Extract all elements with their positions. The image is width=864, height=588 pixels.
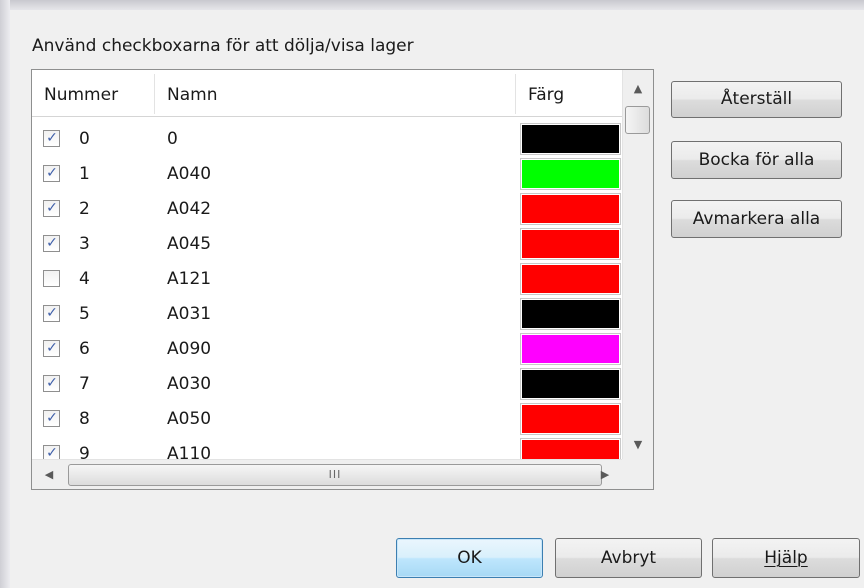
layer-color-swatch[interactable]: [520, 193, 621, 225]
horizontal-scroll-thumb[interactable]: III: [68, 464, 602, 486]
layer-name: A042: [167, 199, 212, 219]
layer-color-swatch[interactable]: [520, 158, 621, 190]
checkmark-icon: ✓: [46, 235, 58, 251]
column-header-color[interactable]: Färg: [516, 70, 622, 116]
layer-visibility-checkbox[interactable]: ✓: [43, 165, 60, 182]
checkmark-icon: ✓: [46, 410, 58, 426]
layer-visibility-checkbox[interactable]: ✓: [43, 200, 60, 217]
dialog-top-edge: [0, 0, 864, 10]
layer-name: A090: [167, 339, 212, 359]
cancel-button[interactable]: Avbryt: [555, 538, 702, 578]
layer-number: 7: [79, 374, 90, 394]
layer-number: 0: [79, 129, 90, 149]
layer-name: A030: [167, 374, 212, 394]
ok-button[interactable]: OK: [396, 538, 543, 578]
column-header-name[interactable]: Namn: [155, 70, 515, 116]
layer-row[interactable]: ✓ 2 A042: [32, 192, 622, 227]
layer-visibility-checkbox[interactable]: ✓: [43, 340, 60, 357]
checkmark-icon: ✓: [46, 200, 58, 216]
layer-name: A121: [167, 269, 212, 289]
checkmark-icon: ✓: [46, 445, 58, 461]
layer-color-swatch[interactable]: [520, 263, 621, 295]
scrollbar-corner: [622, 459, 653, 489]
uncheck-all-button[interactable]: Avmarkera alla: [671, 200, 842, 238]
dialog-left-edge: [0, 0, 10, 588]
layer-visibility-checkbox[interactable]: ✓: [43, 410, 60, 427]
layer-number: 2: [79, 199, 90, 219]
horizontal-scrollbar[interactable]: ◀ III ▶: [32, 459, 622, 489]
check-all-button[interactable]: Bocka för alla: [671, 141, 842, 179]
layer-row[interactable]: ✓ 3 A045: [32, 227, 622, 262]
help-button[interactable]: Hjälp: [712, 538, 860, 578]
layer-visibility-checkbox[interactable]: [43, 270, 60, 287]
vertical-scrollbar[interactable]: ▲ ▼: [622, 70, 653, 459]
layer-row[interactable]: 4 A121: [32, 262, 622, 297]
column-header-number[interactable]: Nummer: [32, 70, 154, 116]
layer-name: A031: [167, 304, 212, 324]
vertical-scroll-thumb[interactable]: [625, 106, 650, 134]
layer-row[interactable]: ✓ 6 A090: [32, 332, 622, 367]
layers-list[interactable]: Nummer Namn Färg ✓ 0 0 ✓ 1 A040 ✓ 2 A042 ✓ 3 A045 4 A…: [31, 69, 654, 490]
layer-row[interactable]: ✓ 0 0: [32, 122, 622, 157]
layer-color-swatch[interactable]: [520, 228, 621, 260]
layer-visibility-checkbox[interactable]: ✓: [43, 375, 60, 392]
layer-visibility-checkbox[interactable]: ✓: [43, 235, 60, 252]
layer-color-swatch[interactable]: [520, 368, 621, 400]
layer-row[interactable]: ✓ 5 A031: [32, 297, 622, 332]
layer-name: 0: [167, 129, 178, 149]
layer-number: 1: [79, 164, 90, 184]
scroll-up-arrow-icon[interactable]: ▲: [623, 74, 653, 104]
layer-color-swatch[interactable]: [520, 298, 621, 330]
checkmark-icon: ✓: [46, 375, 58, 391]
layer-name: A050: [167, 409, 212, 429]
checkmark-icon: ✓: [46, 305, 58, 321]
checkmark-icon: ✓: [46, 130, 58, 146]
layers-list-header: Nummer Namn Färg: [32, 70, 622, 117]
layers-instruction-label: Använd checkboxarna för att dölja/visa l…: [32, 36, 414, 56]
scroll-left-arrow-icon[interactable]: ◀: [32, 460, 66, 489]
layer-color-swatch[interactable]: [520, 403, 621, 435]
layer-number: 8: [79, 409, 90, 429]
layer-number: 6: [79, 339, 90, 359]
layer-number: 3: [79, 234, 90, 254]
layer-number: 4: [79, 269, 90, 289]
layer-visibility-checkbox[interactable]: ✓: [43, 305, 60, 322]
scroll-right-arrow-icon[interactable]: ▶: [588, 460, 622, 489]
layer-row[interactable]: ✓ 1 A040: [32, 157, 622, 192]
layer-number: 5: [79, 304, 90, 324]
scroll-down-arrow-icon[interactable]: ▼: [623, 430, 653, 460]
layer-name: A045: [167, 234, 212, 254]
reset-button[interactable]: Återställ: [671, 81, 842, 118]
checkmark-icon: ✓: [46, 165, 58, 181]
layer-name: A040: [167, 164, 212, 184]
checkmark-icon: ✓: [46, 340, 58, 356]
layer-color-swatch[interactable]: [520, 123, 621, 155]
layer-row[interactable]: ✓ 7 A030: [32, 367, 622, 402]
layer-visibility-checkbox[interactable]: ✓: [43, 130, 60, 147]
layer-color-swatch[interactable]: [520, 333, 621, 365]
layer-row[interactable]: ✓ 8 A050: [32, 402, 622, 437]
